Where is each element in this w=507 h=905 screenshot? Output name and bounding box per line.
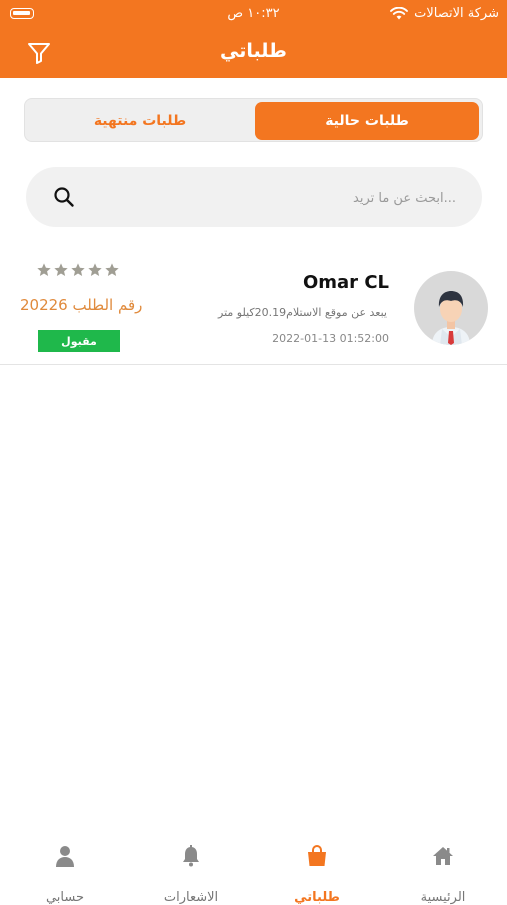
tab-notifications[interactable]: الاشعارات xyxy=(146,844,236,905)
tab-orders-label: طلباتي xyxy=(294,890,340,905)
tab-home[interactable]: الرئيسية xyxy=(398,844,488,905)
orders-segmented-control: طلبات حالية طلبات منتهية xyxy=(24,98,483,142)
search-icon[interactable] xyxy=(52,185,76,209)
star-icon xyxy=(105,263,119,276)
search-input[interactable] xyxy=(114,185,458,211)
rating-stars xyxy=(36,262,120,278)
tab-account[interactable]: حسابي xyxy=(20,844,110,905)
driver-name: Omar CL xyxy=(302,272,389,293)
star-icon xyxy=(54,263,68,276)
wifi-icon xyxy=(390,7,409,20)
tab-orders[interactable]: طلباتي xyxy=(272,844,362,905)
tab-notifications-label: الاشعارات xyxy=(163,890,219,905)
star-icon xyxy=(71,263,85,276)
bell-icon xyxy=(183,845,199,867)
carrier-name: شركة الاتصالات xyxy=(414,6,499,21)
status-badge: مقبول xyxy=(38,330,120,352)
status-bar: ١٠:٣٢ ص شركة الاتصالات xyxy=(0,0,507,28)
person-avatar-icon xyxy=(432,291,470,345)
order-card[interactable]: Omar CL يبعد عن موقع الاستلام20.19كيلو م… xyxy=(0,246,507,365)
star-icon xyxy=(37,263,51,276)
shopping-bag-icon xyxy=(308,845,326,866)
bottom-tab-bar: الرئيسية طلباتي الاشعارات حسابي xyxy=(0,836,507,905)
home-icon xyxy=(433,847,453,865)
tab-account-label: حسابي xyxy=(45,890,85,905)
tab-current-orders[interactable]: طلبات حالية xyxy=(255,102,479,140)
order-number: رقم الطلب 20226 xyxy=(20,296,143,314)
filter-button[interactable] xyxy=(26,40,52,66)
filter-icon xyxy=(28,43,50,64)
tab-finished-orders[interactable]: طلبات منتهية xyxy=(28,102,252,140)
tab-home-label: الرئيسية xyxy=(420,890,466,905)
search-bar xyxy=(26,167,482,227)
user-icon xyxy=(56,846,74,867)
driver-avatar xyxy=(414,271,488,345)
carrier-info: شركة الاتصالات xyxy=(390,6,499,21)
order-date: 2022-01-13 01:52:00 xyxy=(272,332,389,345)
page-title: طلباتي xyxy=(220,40,287,62)
star-icon xyxy=(88,263,102,276)
distance-text: يبعد عن موقع الاستلام20.19كيلو متر xyxy=(218,306,387,319)
